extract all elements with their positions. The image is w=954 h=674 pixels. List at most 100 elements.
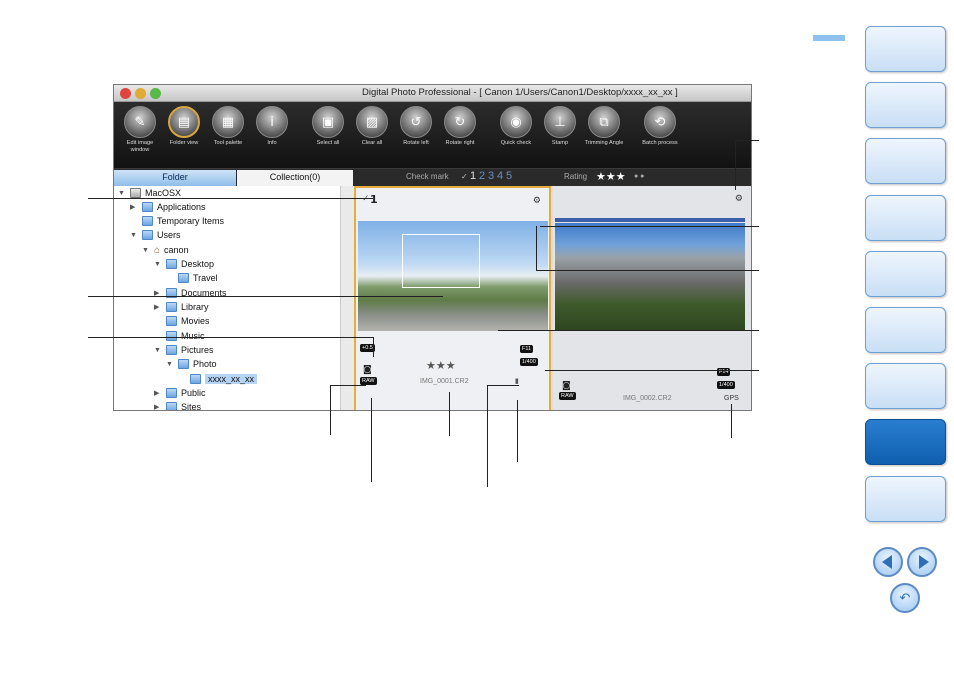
expand-triangle-icon[interactable]: ▼: [154, 261, 166, 268]
edit-image-window-button[interactable]: ✎ Edit image window: [118, 106, 162, 154]
tree-item-travel[interactable]: Travel: [178, 271, 218, 285]
toolbar: ✎ Edit image window ▤ Folder view ▦ Tool…: [114, 102, 751, 168]
tree-item-applications[interactable]: ▶ Applications: [130, 200, 206, 214]
folder-tree: ▼ MacOSX ▶ Applications Temporary Items …: [114, 186, 354, 410]
tree-item-desktop[interactable]: ▼ Desktop: [154, 257, 214, 271]
check-mark-1[interactable]: 1: [470, 170, 476, 182]
return-button[interactable]: ↶: [890, 583, 920, 613]
folder-icon: [166, 345, 177, 355]
quick-check-icon: ◉: [500, 106, 532, 138]
callout-line-exposure-comp-vert: [373, 337, 374, 357]
folder-icon: [190, 374, 201, 384]
rating-stars[interactable]: ★★★: [596, 170, 626, 183]
tree-scrollbar[interactable]: [340, 186, 354, 410]
trimming-angle-button[interactable]: ⧉ Trimming Angle: [582, 106, 626, 147]
check-mark-2[interactable]: 2: [479, 170, 485, 182]
nav-tab-9[interactable]: [865, 476, 946, 522]
tool-palette-icon: ▦: [212, 106, 244, 138]
tree-item-movies[interactable]: Movies: [166, 314, 210, 328]
tree-item-temporary-items[interactable]: Temporary Items: [142, 214, 224, 228]
nav-tab-7[interactable]: [865, 363, 946, 409]
batch-process-button[interactable]: ⟲ Batch process: [638, 106, 682, 147]
folder-icon: [166, 331, 177, 341]
tree-item-canon[interactable]: ▼ ⌂ canon: [142, 243, 189, 257]
tree-item-public[interactable]: ▶ Public: [154, 386, 206, 400]
edit-recipe-icon: ⚙: [734, 194, 743, 204]
edit-image-icon: ✎: [124, 106, 156, 138]
rating-dot-icon[interactable]: ● ●: [634, 173, 644, 180]
nav-tab-3[interactable]: [865, 138, 946, 184]
rotate-right-button[interactable]: ↻ Rotate right: [438, 106, 482, 147]
zoom-window-button[interactable]: [150, 88, 161, 99]
expand-triangle-icon[interactable]: ▼: [142, 247, 154, 254]
close-window-button[interactable]: [120, 88, 131, 99]
tree-item-documents[interactable]: ▶ Documents: [154, 286, 227, 300]
select-all-button[interactable]: ▣ Select all: [306, 106, 350, 147]
raw-badge: RAW: [360, 377, 377, 385]
stamp-button[interactable]: ⊥ Stamp: [538, 106, 582, 147]
shutter-speed-badge: 1/400: [520, 358, 538, 366]
callout-line-tone: [536, 270, 759, 271]
arrow-left-icon: [881, 555, 892, 569]
quick-check-button[interactable]: ◉ Quick check: [494, 106, 538, 147]
minimize-window-button[interactable]: [135, 88, 146, 99]
collapse-triangle-icon[interactable]: ▶: [130, 203, 142, 211]
info-button[interactable]: i Info: [250, 106, 294, 147]
arrow-right-icon: [918, 555, 929, 569]
rotate-right-icon: ↻: [444, 106, 476, 138]
nav-tab-6[interactable]: [865, 307, 946, 353]
clear-all-icon: ▨: [356, 106, 388, 138]
tree-item-pictures[interactable]: ▼ Pictures: [154, 343, 214, 357]
expand-triangle-icon[interactable]: ▼: [130, 232, 142, 239]
folder-icon: [178, 359, 189, 369]
tab-collection[interactable]: Collection(0): [237, 170, 353, 186]
previous-page-button[interactable]: [873, 547, 903, 577]
nav-tab-2[interactable]: [865, 82, 946, 128]
thumbnail-1[interactable]: ✓ 1 ⚙ +0.5 F11 1/400 ★★★ ◙ RAW IMG_0001.…: [354, 186, 551, 410]
folder-view-button[interactable]: ▤ Folder view: [162, 106, 206, 147]
rating-stars: ★★★: [426, 359, 456, 372]
expand-triangle-icon[interactable]: ▼: [166, 361, 178, 368]
check-mark-3[interactable]: 3: [488, 170, 494, 182]
collapse-triangle-icon[interactable]: ▶: [154, 403, 166, 410]
callout-line-audio: [517, 400, 518, 462]
callout-line-rating: [449, 392, 450, 436]
callout-line-edit-recipe-vert: [735, 140, 736, 190]
tree-item-users[interactable]: ▼ Users: [130, 228, 181, 242]
nav-tab-8[interactable]: [865, 419, 946, 465]
folder-icon: [178, 273, 189, 283]
rating-label: Rating: [564, 172, 588, 181]
nav-tab-4[interactable]: [865, 195, 946, 241]
callout-line-shutter: [487, 385, 519, 386]
folder-icon: [142, 202, 153, 212]
tree-item-sites[interactable]: ▶ Sites: [154, 400, 201, 410]
check-mark-number: 1: [370, 193, 378, 206]
folder-icon: [166, 302, 177, 312]
tool-palette-button[interactable]: ▦ Tool palette: [206, 106, 250, 147]
collapse-triangle-icon[interactable]: ▶: [154, 389, 166, 397]
info-icon: i: [256, 106, 288, 138]
af-point-frame: [402, 234, 480, 288]
photo-thumbnail: [358, 221, 548, 331]
nav-tab-1[interactable]: [865, 26, 946, 72]
tree-item-photo[interactable]: ▼ Photo: [166, 357, 217, 371]
tab-folder[interactable]: Folder: [114, 170, 236, 186]
tree-item-xxxx-xx-xx[interactable]: xxxx_xx_xx: [190, 372, 258, 386]
tree-item-music[interactable]: Music: [166, 329, 205, 343]
clear-all-button[interactable]: ▨ Clear all: [350, 106, 394, 147]
camera-icon: ◙: [363, 365, 372, 375]
tree-item-library[interactable]: ▶ Library: [154, 300, 209, 314]
check-mark-5[interactable]: 5: [506, 170, 512, 182]
expand-triangle-icon[interactable]: ▼: [154, 347, 166, 354]
callout-line-check-mark: [88, 198, 373, 199]
nav-tab-5[interactable]: [865, 251, 946, 297]
stamp-icon: ⊥: [544, 106, 576, 138]
rotate-left-button[interactable]: ↺ Rotate left: [394, 106, 438, 147]
thumbnail-2[interactable]: ⚙ F14 1/400 ◙ RAW IMG_0002.CR2 GPS: [553, 186, 751, 410]
next-page-button[interactable]: [907, 547, 937, 577]
callout-line-recipe: [540, 226, 759, 227]
expand-triangle-icon[interactable]: ▼: [118, 190, 130, 197]
collapse-triangle-icon[interactable]: ▶: [154, 303, 166, 311]
callout-line-camera: [330, 385, 366, 386]
check-mark-4[interactable]: 4: [497, 170, 503, 182]
